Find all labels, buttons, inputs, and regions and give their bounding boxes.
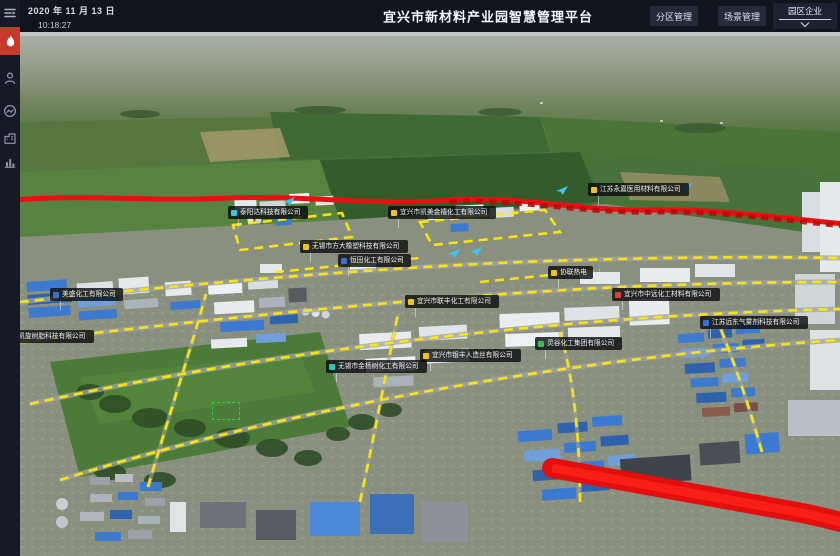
company-marker-icon: [53, 292, 59, 298]
sidebar-item-menu[interactable]: [0, 0, 20, 26]
company-marker-icon: [341, 258, 347, 264]
park-enterprise-dropdown-label: 园区企业: [779, 5, 831, 20]
park-enterprise-dropdown[interactable]: 园区企业: [773, 3, 837, 29]
company-label-text: 灵谷化工集团有限公司: [547, 337, 614, 349]
company-label[interactable]: 宜兴市凯美金禧化工有限公司: [388, 206, 496, 219]
sidebar-item-enterprise[interactable]: [0, 126, 20, 150]
company-label-text: 宜兴市银丰人造丝有限公司: [432, 349, 513, 361]
company-marker-icon: [538, 341, 544, 347]
company-label-text: 宜兴市凯旋树脂科技有限公司: [20, 330, 85, 342]
company-marker-icon: [591, 187, 597, 193]
company-label[interactable]: 无锡市方大橡塑科技有限公司: [300, 240, 408, 253]
company-label-text: 美盛化工有限公司: [62, 288, 116, 300]
company-label[interactable]: 江苏永嘉医用材料有限公司: [588, 183, 689, 196]
map-viewport[interactable]: 泰阳达科技有限公司 宜兴市凯美金禧化工有限公司 江苏永嘉医用材料有限公司无锡市方大橡…: [20, 32, 840, 556]
chevron-down-icon: [800, 22, 810, 27]
sidebar-item-fire[interactable]: [0, 27, 20, 55]
time-label: 10:18:27: [38, 20, 115, 30]
company-label[interactable]: 江苏远东气雾剂科技有限公司: [700, 316, 808, 329]
bar-chart-icon: [3, 155, 17, 169]
menu-icon: [3, 6, 17, 20]
date-label: 2020 年 11 月 13 日: [28, 4, 115, 17]
sidebar-item-personnel[interactable]: [0, 66, 20, 90]
company-label-text: 江苏永嘉医用材料有限公司: [600, 183, 681, 195]
company-label-text: 宜兴市中远化工材料有限公司: [624, 288, 711, 300]
company-marker-icon: [703, 320, 709, 326]
company-label[interactable]: 恒田化工有限公司: [338, 254, 411, 267]
company-label-text: 恒田化工有限公司: [350, 254, 404, 266]
scene-management-button[interactable]: 场景管理: [718, 6, 766, 26]
company-label[interactable]: 灵谷化工集团有限公司: [535, 337, 622, 350]
company-label-text: 协联热电: [560, 266, 587, 278]
factory-icon: [3, 131, 17, 145]
page-title: 宜兴市新材料产业园智慧管理平台: [383, 7, 593, 26]
gauge-icon: [3, 104, 17, 118]
flame-icon: [4, 34, 17, 48]
company-label-text: 无锡市方大橡塑科技有限公司: [312, 240, 399, 252]
company-marker-icon: [391, 210, 397, 216]
company-label[interactable]: 宜兴市联丰化工有限公司: [405, 295, 499, 308]
company-label[interactable]: 泰阳达科技有限公司: [228, 206, 308, 219]
sidebar-item-monitor[interactable]: [0, 99, 20, 123]
company-label[interactable]: 宜兴市凯旋树脂科技有限公司: [20, 330, 94, 343]
partition-management-button[interactable]: 分区管理: [650, 6, 698, 26]
company-marker-icon: [231, 210, 237, 216]
company-label[interactable]: 美盛化工有限公司: [50, 288, 123, 301]
company-marker-icon: [551, 270, 557, 276]
company-label-text: 宜兴市联丰化工有限公司: [417, 295, 491, 307]
company-label-text: 宜兴市凯美金禧化工有限公司: [400, 206, 487, 218]
top-bar: 2020 年 11 月 13 日 10:18:27 宜兴市新材料产业园智慧管理平…: [20, 0, 840, 32]
company-label-text: 泰阳达科技有限公司: [240, 206, 300, 218]
company-label-text: 无锡市金杨树化工有限公司: [338, 360, 419, 372]
company-marker-icon: [329, 364, 335, 370]
datetime: 2020 年 11 月 13 日 10:18:27: [28, 4, 115, 30]
sidebar-item-statistics[interactable]: [0, 150, 20, 174]
company-label[interactable]: 无锡市金杨树化工有限公司: [326, 360, 427, 373]
company-marker-icon: [423, 353, 429, 359]
worker-icon: [3, 71, 17, 85]
company-label[interactable]: 宜兴市银丰人造丝有限公司: [420, 349, 521, 362]
company-marker-icon: [303, 244, 309, 250]
company-label[interactable]: 宜兴市中远化工材料有限公司: [612, 288, 720, 301]
company-label[interactable]: 协联热电: [548, 266, 593, 279]
company-marker-icon: [615, 292, 621, 298]
sidebar: [0, 0, 20, 556]
company-label-text: 江苏远东气雾剂科技有限公司: [712, 316, 799, 328]
company-marker-icon: [408, 299, 414, 305]
